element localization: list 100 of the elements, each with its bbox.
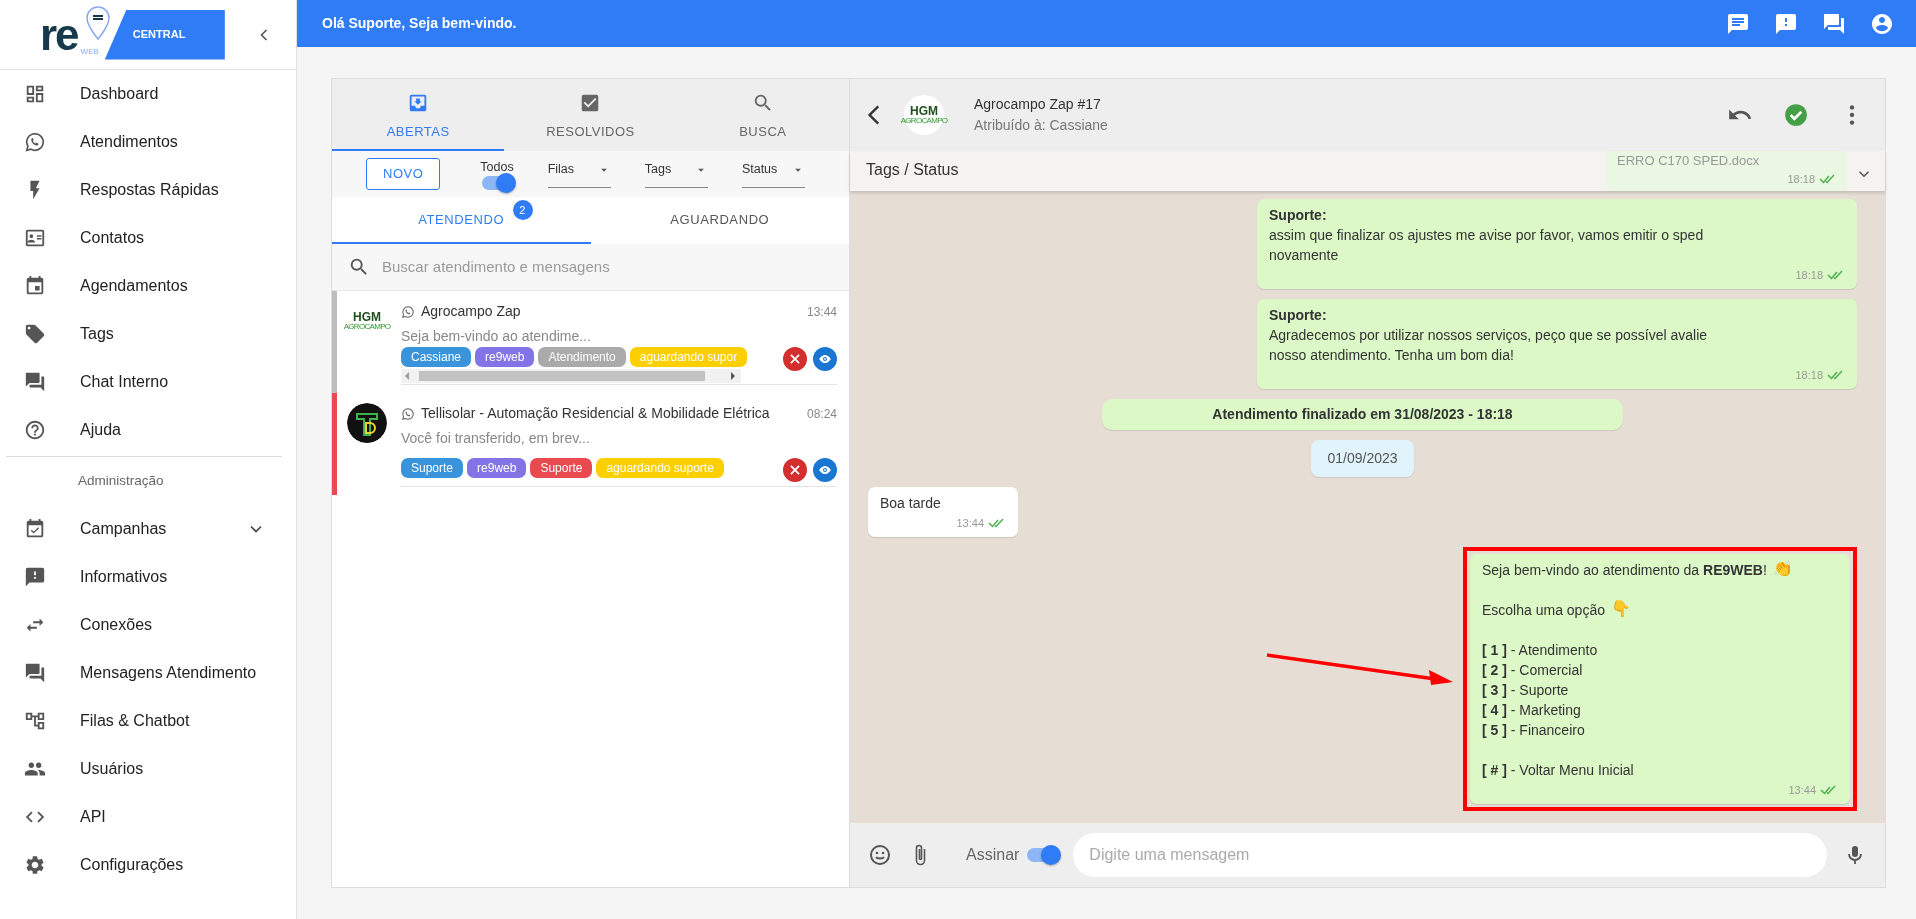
message-text: [ 2 ] - Comercial (1482, 661, 1584, 680)
message-preview: Você foi transferido, em brev... (401, 429, 591, 448)
select-field[interactable]: Tags (644, 160, 708, 188)
double-check-icon (1827, 269, 1845, 281)
help-icon (24, 419, 46, 441)
settings-icon (24, 854, 46, 876)
tag: re9web (475, 347, 535, 367)
select-field[interactable]: Status (741, 160, 805, 188)
message-text: Seja bem-vindo ao atendimento da RE9WEB! (1482, 561, 1767, 580)
sidebar-item[interactable]: Conexões (0, 601, 296, 649)
message-input[interactable]: Digite uma mensagem (1073, 833, 1827, 877)
toggle-label: Todos (480, 158, 514, 176)
chat-title: Agrocampo Zap #17 (974, 95, 1102, 114)
logo-subtitle: WEB (80, 45, 99, 58)
sidebar-item[interactable]: Informativos (0, 553, 296, 601)
close-button[interactable] (783, 347, 807, 371)
message-time: 18:18 (1795, 368, 1823, 383)
emblem-avatar (347, 403, 387, 443)
select-field[interactable]: Filas (547, 160, 611, 188)
close-icon (788, 463, 802, 477)
message-text: Escolha uma opção (1482, 601, 1605, 620)
double-check-icon (1827, 369, 1845, 381)
sidebar-item[interactable]: Mensagens Atendimento (0, 649, 296, 697)
emoji-icon[interactable] (868, 843, 892, 867)
sidebar-item[interactable]: Contatos (0, 214, 296, 262)
sidebar-item[interactable]: Tags (0, 310, 296, 358)
emoji: 👏 (1772, 561, 1791, 579)
message-text: Agradecemos por utilizar nossos serviços, peço que se possível avalie nosso atendimento. Tenha um bom dia! (1269, 326, 1709, 365)
sidebar-item[interactable]: Ajuda (0, 406, 296, 454)
logo-title: HGM (353, 311, 381, 323)
chat-icon[interactable] (1822, 11, 1846, 36)
search-field[interactable]: Buscar atendimento e mensagens (380, 254, 833, 280)
sidebar-item[interactable]: Dashboard (0, 70, 296, 118)
dashboard-icon (24, 83, 46, 105)
section-header: Administração (77, 471, 165, 490)
sidebar-item[interactable]: Filas & Chatbot (0, 697, 296, 745)
sender-name: Suporte: (1269, 306, 1328, 325)
tag-icon (24, 323, 46, 345)
message-icon[interactable] (1726, 11, 1750, 36)
close-icon (788, 352, 802, 366)
message-text: [ 5 ] - Financeiro (1482, 721, 1586, 740)
tags-status-bar[interactable]: Tags / Status ERRO C170 SPED.docx 18:18 (850, 151, 1885, 191)
sidebar-item[interactable]: Respostas Rápidas (0, 166, 296, 214)
sidebar-item[interactable]: Chat Interno (0, 358, 296, 406)
sidebar-item[interactable]: Configurações (0, 841, 296, 889)
signature-label: Assinar (966, 845, 1020, 865)
signature-toggle[interactable] (1027, 848, 1058, 862)
map-pin-icon (84, 4, 111, 41)
message-time: 13:44 (1788, 783, 1816, 798)
tab[interactable]: ATENDENDO 2 (332, 197, 591, 244)
tree-icon (24, 710, 46, 732)
system-notice: Atendimento finalizado em 31/08/2023 - 18:18 (1102, 399, 1623, 430)
calendar-check-icon (24, 518, 46, 540)
sidebar-item[interactable]: Agendamentos (0, 262, 296, 310)
tag: aguardando supor (629, 347, 748, 367)
sidebar-item[interactable]: API (0, 793, 296, 841)
count-badge: 2 (512, 200, 533, 220)
emoji: 👇 (1610, 601, 1629, 619)
message-text: assim que finalizar os ajustes me avise por favor, vamos emitir o sped novamente (1269, 226, 1705, 265)
tag: Atendimento (538, 347, 626, 367)
tag: aguardando suporte (596, 458, 724, 478)
tag: Suporte (530, 458, 593, 478)
chat-icon (24, 662, 46, 684)
ticket-item[interactable]: HGM AGROCAMPO Agrocampo Zap 13:44 Seja bem-vindo ao atendime... Cassiane re9web Atendimento aguardando supor (332, 291, 849, 393)
eye-icon (818, 463, 832, 477)
account-icon[interactable] (1870, 11, 1894, 36)
view-button[interactable] (813, 458, 837, 482)
tab[interactable]: RESOLVIDOS (504, 79, 677, 151)
assigned-agent: Atribuído à: Cassiane (974, 116, 1108, 135)
alert-message-icon[interactable] (1774, 11, 1798, 36)
message-text: [ 1 ] - Atendimento (1482, 641, 1599, 660)
message-text: [ 4 ] - Marketing (1482, 701, 1582, 720)
message-time: 18:18 (1787, 171, 1815, 187)
tag: Cassiane (401, 347, 472, 367)
logo-subtitle: AGROCAMPO (343, 323, 391, 331)
message-time: 18:18 (1795, 268, 1823, 283)
search-bar[interactable]: Buscar atendimento e mensagens (332, 244, 849, 291)
contact-name: Agrocampo Zap (421, 302, 521, 321)
view-button[interactable] (813, 347, 837, 371)
message-text: [ # ] - Voltar Menu Inicial (1482, 761, 1635, 780)
logo-title: HGM (910, 105, 938, 117)
greeting-text: Olá Suporte, Seja bem-vindo. (322, 14, 517, 33)
file-name: ERRO C170 SPED.docx (1617, 152, 1761, 170)
sidebar-item[interactable]: Usuários (0, 745, 296, 793)
check-circle-icon[interactable] (1783, 102, 1809, 128)
search-icon (348, 256, 370, 278)
message-time: 13:44 (956, 516, 984, 531)
close-button[interactable] (783, 458, 807, 482)
tags-status-label: Tags / Status (866, 160, 959, 180)
tab[interactable]: BUSCA (676, 79, 849, 151)
ticket-time: 08:24 (806, 405, 837, 423)
message-text: [ 3 ] - Suporte (1482, 681, 1570, 700)
sidebar-item[interactable]: Atendimentos (0, 118, 296, 166)
alert-message-icon (24, 566, 46, 588)
new-button[interactable]: NOVO (366, 158, 441, 190)
ticket-time: 13:44 (806, 303, 837, 321)
sidebar-item[interactable]: Campanhas (0, 505, 296, 553)
ticket-item[interactable]: Tellisolar - Automação Residencial & Mobilidade Elétrica 08:24 Você foi transferido, em brev... Suporte re9web Suporte aguardando suporte (332, 393, 849, 495)
contact-card-icon (24, 227, 46, 249)
date-chip: 01/09/2023 (1311, 440, 1414, 477)
